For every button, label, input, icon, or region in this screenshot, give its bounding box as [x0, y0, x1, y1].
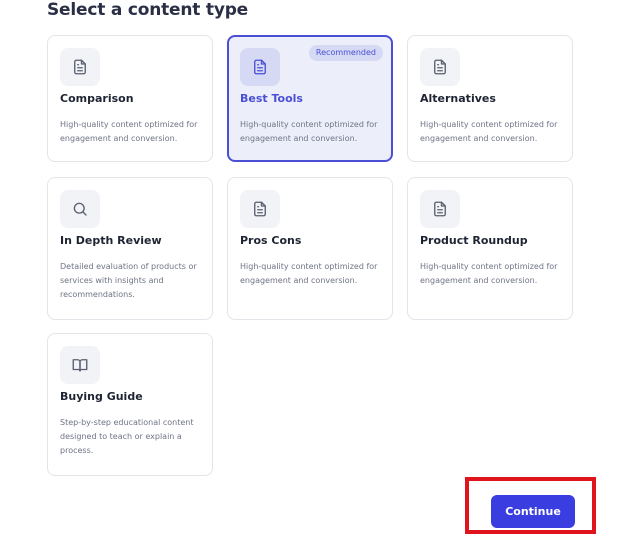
document-icon — [60, 48, 100, 86]
card-title: Alternatives — [420, 92, 496, 105]
document-icon — [420, 48, 460, 86]
document-icon — [240, 190, 280, 228]
card-product-roundup[interactable]: Product Roundup High-quality content opt… — [407, 177, 573, 320]
card-title: Product Roundup — [420, 234, 528, 247]
card-description: High-quality content optimized for engag… — [420, 262, 558, 285]
card-buying-guide[interactable]: Buying Guide Step-by-step educational co… — [47, 333, 213, 476]
card-title: Best Tools — [240, 92, 303, 105]
card-alternatives[interactable]: Alternatives High-quality content optimi… — [407, 35, 573, 162]
card-description: High-quality content optimized for engag… — [420, 120, 558, 143]
recommended-badge: Recommended — [308, 45, 383, 61]
search-icon — [60, 190, 100, 228]
content-type-page: Select a content type Comparison High-qu… — [0, 0, 640, 541]
card-in-depth-review[interactable]: In Depth Review Detailed evaluation of p… — [47, 177, 213, 320]
book-icon — [60, 346, 100, 384]
continue-button[interactable]: Continue — [491, 495, 575, 528]
card-description: Step-by-step educational content designe… — [60, 418, 194, 455]
card-title: In Depth Review — [60, 234, 162, 247]
card-title: Comparison — [60, 92, 134, 105]
card-description: High-quality content optimized for engag… — [60, 120, 198, 143]
document-icon — [420, 190, 460, 228]
card-description: Detailed evaluation of products or servi… — [60, 262, 197, 299]
card-title: Buying Guide — [60, 390, 143, 403]
card-title: Pros Cons — [240, 234, 302, 247]
card-best-tools[interactable]: Recommended Best Tools High-quality cont… — [227, 35, 393, 162]
card-description: High-quality content optimized for engag… — [240, 262, 378, 285]
card-comparison[interactable]: Comparison High-quality content optimize… — [47, 35, 213, 162]
page-title: Select a content type — [47, 0, 249, 20]
document-icon — [240, 48, 280, 86]
card-pros-cons[interactable]: Pros Cons High-quality content optimized… — [227, 177, 393, 320]
card-description: High-quality content optimized for engag… — [240, 120, 378, 143]
